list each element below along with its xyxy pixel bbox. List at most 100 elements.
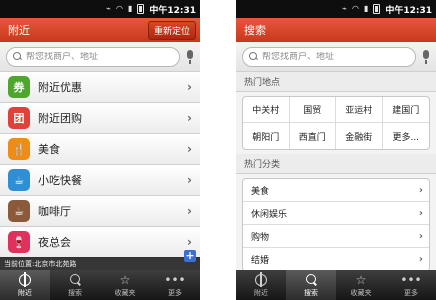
- usb-icon: ⌁: [106, 4, 111, 13]
- more-dots-icon: •••: [164, 272, 186, 287]
- category-item-food[interactable]: 美食 ›: [243, 179, 429, 202]
- relocate-button[interactable]: 重新定位: [147, 20, 196, 40]
- search-icon: [249, 52, 258, 61]
- menu-item-label: 美食: [38, 143, 60, 156]
- hot-place-item[interactable]: 国贸: [289, 97, 336, 123]
- search-box[interactable]: [6, 46, 180, 67]
- battery-icon: [137, 4, 145, 14]
- chevron-right-icon: ›: [187, 80, 192, 94]
- tab-label: 更多: [404, 288, 418, 297]
- menu-item-label: 夜总会: [38, 236, 71, 249]
- menu-item-cafe[interactable]: ☕ 咖啡厅 ›: [0, 196, 200, 227]
- chevron-right-icon: ›: [418, 207, 423, 219]
- fork-knife-icon: 🍴: [8, 138, 30, 160]
- menu-item-label: 小吃快餐: [38, 174, 82, 187]
- category-label: 结婚: [251, 256, 270, 266]
- hot-place-more[interactable]: 更多...: [383, 123, 430, 149]
- hot-places-header: 热门地点: [236, 72, 436, 92]
- microphone-icon[interactable]: [186, 49, 194, 64]
- status-bar: ⌁ ◠ ▮ 中午12:31: [0, 0, 200, 18]
- tab-nearby[interactable]: 附近: [0, 270, 50, 300]
- search-bar: [236, 42, 436, 72]
- bottom-tab-bar: 附近 搜索 ☆ 收藏夹 ••• 更多: [0, 270, 200, 300]
- status-bar: ⌁ ◠ ▮ 中午12:31: [236, 0, 436, 18]
- search-icon: [305, 273, 317, 286]
- nightclub-icon: 🍷: [8, 231, 30, 253]
- wifi-icon: ◠: [115, 4, 123, 13]
- tab-more[interactable]: ••• 更多: [150, 270, 200, 300]
- menu-item-snacks[interactable]: ☕ 小吃快餐 ›: [0, 165, 200, 196]
- menu-item-label: 附近优惠: [38, 81, 82, 94]
- plus-icon[interactable]: +: [184, 250, 196, 262]
- hot-place-item[interactable]: 朝阳门: [243, 123, 290, 149]
- hot-place-item[interactable]: 中关村: [243, 97, 290, 123]
- tab-label: 附近: [254, 288, 268, 297]
- chevron-right-icon: ›: [187, 173, 192, 187]
- chevron-right-icon: ›: [187, 142, 192, 156]
- tab-label: 附近: [18, 288, 32, 297]
- hot-categories-header: 热门分类: [236, 154, 436, 174]
- tab-label: 搜索: [304, 288, 318, 297]
- signal-icon: ▮: [363, 4, 369, 13]
- more-dots-icon: •••: [400, 272, 422, 287]
- chevron-right-icon: ›: [418, 184, 423, 196]
- menu-item-nearby-group-buy[interactable]: 团 附近团购 ›: [0, 103, 200, 134]
- chevron-right-icon: ›: [187, 111, 192, 125]
- search-icon: [69, 273, 81, 286]
- hot-place-item[interactable]: 亚运村: [336, 97, 383, 123]
- status-time: 中午12:31: [149, 5, 196, 16]
- category-item-wedding[interactable]: 结婚 ›: [243, 248, 429, 271]
- tab-favorites[interactable]: ☆ 收藏夹: [100, 270, 150, 300]
- chevron-right-icon: ›: [187, 204, 192, 218]
- chevron-right-icon: ›: [187, 235, 192, 249]
- status-time: 中午12:31: [385, 5, 432, 16]
- menu-item-nearby-deals[interactable]: 券 附近优惠 ›: [0, 72, 200, 103]
- tab-search[interactable]: 搜索: [286, 270, 336, 300]
- tab-favorites[interactable]: ☆ 收藏夹: [336, 270, 386, 300]
- chevron-right-icon: ›: [418, 254, 423, 265]
- page-title: 附近: [8, 24, 30, 37]
- category-label: 休闲娱乐: [251, 209, 288, 220]
- search-box[interactable]: [242, 46, 416, 67]
- page-title: 搜索: [244, 24, 266, 37]
- signal-icon: ▮: [127, 4, 133, 13]
- group-buy-icon: 团: [8, 107, 30, 129]
- category-item-shopping[interactable]: 购物 ›: [243, 225, 429, 248]
- search-input[interactable]: [26, 51, 173, 62]
- tab-label: 搜索: [68, 288, 82, 297]
- current-location-text: 当前位置:北京市北苑路: [4, 259, 77, 268]
- hot-categories-list: 美食 › 休闲娱乐 › 购物 › 结婚 ›: [242, 178, 430, 272]
- crosshair-icon: [19, 271, 31, 287]
- tab-nearby[interactable]: 附近: [236, 270, 286, 300]
- hot-places-grid: 中关村 国贸 亚运村 建国门 朝阳门 西直门 金融街 更多...: [242, 96, 430, 150]
- bottom-tab-bar: 附近 搜索 ☆ 收藏夹 ••• 更多: [236, 270, 436, 300]
- crosshair-icon: [255, 271, 267, 287]
- category-label: 购物: [251, 232, 270, 243]
- phone-right-search: ⌁ ◠ ▮ 中午12:31 搜索 热门地点 中关村 国贸 亚运村 建国门 朝阳门…: [236, 0, 436, 300]
- coffee-icon: ☕: [8, 200, 30, 222]
- hot-place-item[interactable]: 建国门: [382, 97, 429, 123]
- search-bar: [0, 42, 200, 72]
- search-input[interactable]: [262, 51, 409, 62]
- snack-cup-icon: ☕: [8, 169, 30, 191]
- tab-search[interactable]: 搜索: [50, 270, 100, 300]
- star-icon: ☆: [355, 272, 367, 287]
- menu-item-food[interactable]: 🍴 美食 ›: [0, 134, 200, 165]
- tab-more[interactable]: ••• 更多: [386, 270, 436, 300]
- hot-place-item[interactable]: 金融街: [336, 123, 383, 149]
- menu-item-label: 附近团购: [38, 112, 82, 125]
- category-item-leisure[interactable]: 休闲娱乐 ›: [243, 202, 429, 225]
- coupon-icon: 券: [8, 76, 30, 98]
- search-icon: [13, 52, 22, 61]
- microphone-icon[interactable]: [422, 49, 430, 64]
- menu-item-nightclub[interactable]: 🍷 夜总会 ›: [0, 227, 200, 258]
- menu-item-label: 咖啡厅: [38, 205, 71, 218]
- category-label: 美食: [251, 186, 270, 197]
- usb-icon: ⌁: [342, 4, 347, 13]
- tab-label: 更多: [168, 288, 182, 297]
- battery-icon: [373, 4, 381, 14]
- current-location-bar: 当前位置:北京市北苑路 +: [0, 250, 200, 270]
- tab-label: 收藏夹: [114, 288, 136, 297]
- title-bar: 附近 重新定位: [0, 18, 200, 42]
- hot-place-item[interactable]: 西直门: [290, 123, 336, 149]
